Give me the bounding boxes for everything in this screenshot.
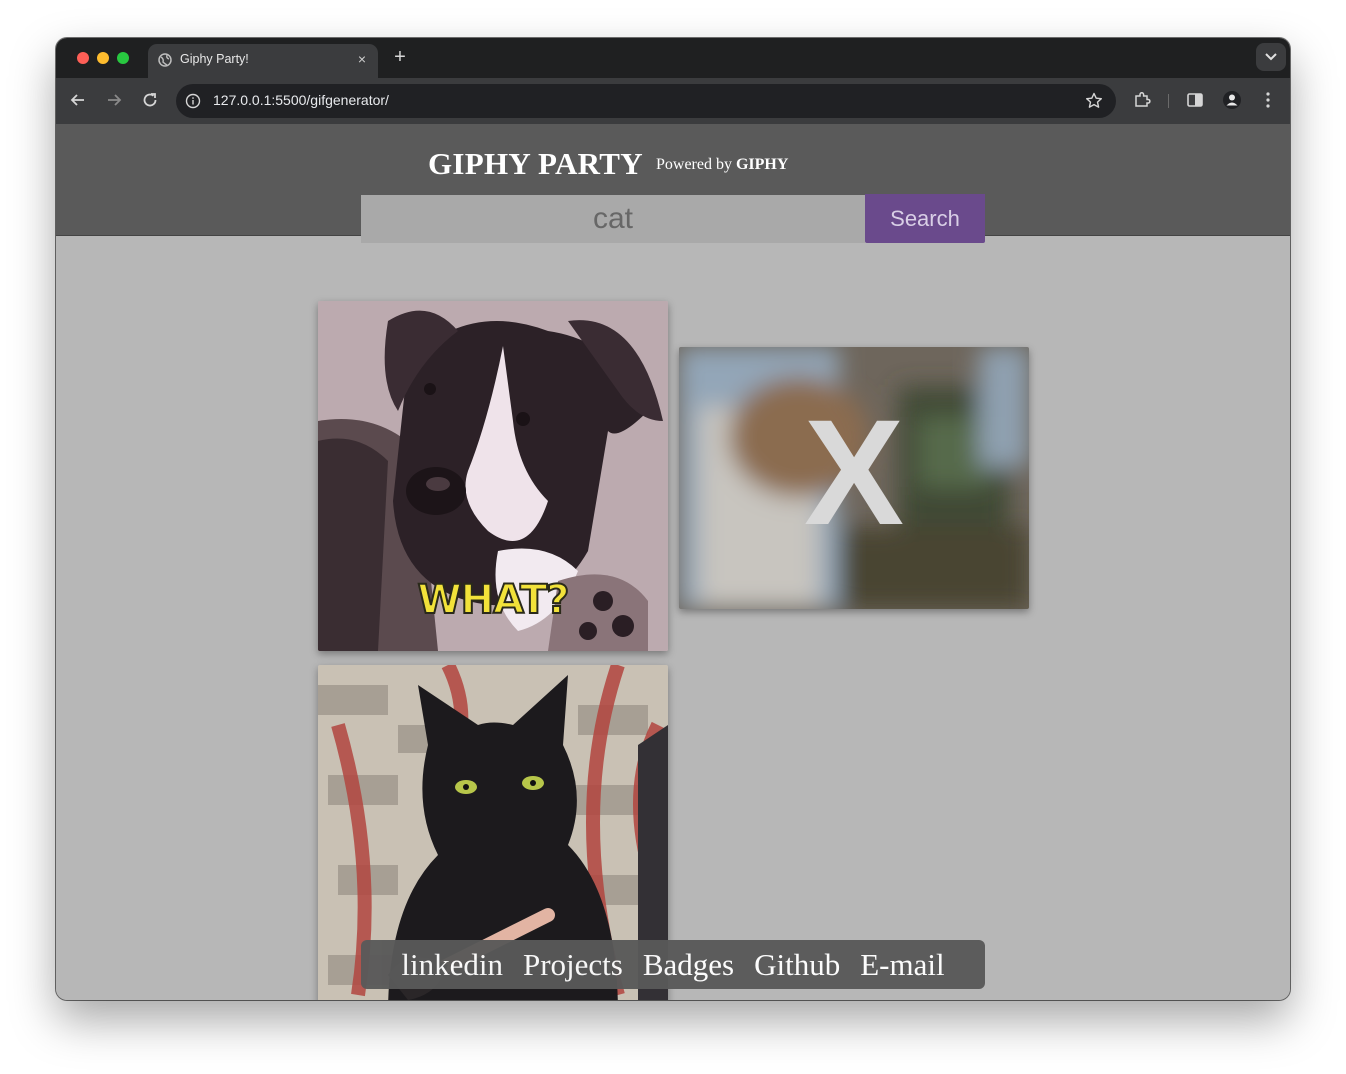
toolbar-divider [1168,94,1169,108]
tab-search-button[interactable] [1256,43,1286,71]
powered-by-prefix: Powered by [656,156,732,173]
powered-by-text: Powered by GIPHY [656,156,788,174]
footer-nav: linkedin Projects Badges Github E-mail [361,940,985,989]
side-panel-icon[interactable] [1184,89,1206,111]
powered-by-brand: GIPHY [735,156,789,173]
gif-caption-what: WHAT? [417,576,571,624]
footer-link-linkedin[interactable]: linkedin [401,947,503,983]
browser-toolbar: 127.0.0.1:5500/gifgenerator/ [56,78,1290,124]
footer-link-email[interactable]: E-mail [860,947,944,983]
reload-icon[interactable] [139,89,161,111]
maximize-window-button[interactable] [117,52,129,64]
footer-link-github[interactable]: Github [754,947,840,983]
chevron-down-icon [1265,53,1277,61]
site-info-icon[interactable] [184,92,202,110]
minimize-window-button[interactable] [97,52,109,64]
close-icon[interactable]: × [354,51,370,67]
gif-result-x[interactable]: X [679,347,1029,609]
footer-link-badges[interactable]: Badges [643,947,734,983]
gif-caption-x: X [803,388,905,556]
close-window-button[interactable] [77,52,89,64]
back-arrow-icon[interactable] [67,89,89,111]
search-button[interactable]: Search [865,194,985,243]
footer-link-projects[interactable]: Projects [523,947,623,983]
forward-arrow-icon[interactable] [103,89,125,111]
address-bar[interactable]: 127.0.0.1:5500/gifgenerator/ [176,84,1116,118]
page-content: GIPHY PARTY Powered by GIPHY Search [56,124,1290,1000]
browser-window: Giphy Party! × + 127.0.0.1:5500/gifgener… [56,38,1290,1000]
search-input[interactable] [361,195,865,243]
extensions-puzzle-icon[interactable] [1131,89,1153,111]
profile-avatar-icon[interactable] [1221,89,1243,111]
url-text: 127.0.0.1:5500/gifgenerator/ [213,92,389,108]
browser-tab[interactable]: Giphy Party! × [148,44,378,78]
bookmark-star-icon[interactable] [1084,91,1104,111]
tab-title: Giphy Party! [180,52,249,66]
more-menu-icon[interactable] [1257,89,1279,111]
gif-result-dog[interactable]: WHAT? [318,301,668,651]
page-title: GIPHY PARTY [428,146,643,181]
new-tab-button[interactable]: + [390,47,410,67]
tab-strip: Giphy Party! × + [56,38,1290,78]
globe-icon [158,53,172,67]
